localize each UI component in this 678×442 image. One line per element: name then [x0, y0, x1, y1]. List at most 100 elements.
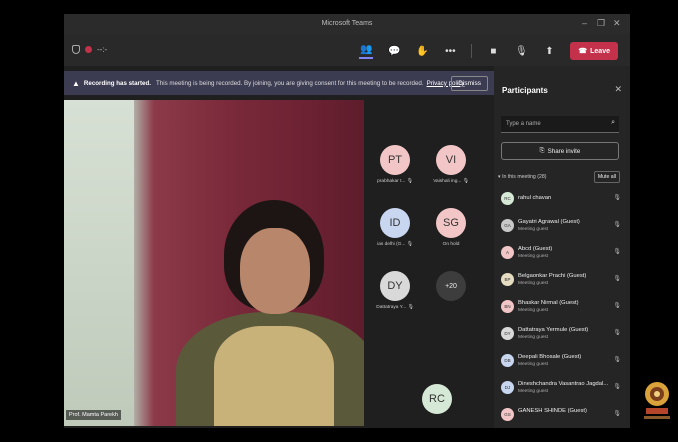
- search-icon: ⌕: [611, 119, 615, 126]
- mic-icon[interactable]: 🎙: [514, 46, 528, 57]
- participant-name: Dineshchandra Vasantrao Jagdal...: [518, 381, 609, 387]
- more-icon[interactable]: •••: [443, 46, 457, 57]
- tile-sg[interactable]: SG On hold: [420, 208, 482, 247]
- maximize-button[interactable]: ❐: [597, 18, 605, 29]
- main-video[interactable]: Prof. Mamta Parekh: [64, 100, 364, 426]
- more-participants-count: +20: [436, 271, 466, 301]
- camera-icon[interactable]: ■: [486, 46, 500, 57]
- title-bar: Microsoft Teams – ❐ ✕: [64, 14, 630, 34]
- tile-id[interactable]: ID ias delhi (G... 🎙: [364, 208, 426, 247]
- avatar: GS: [501, 408, 514, 421]
- mute-all-button[interactable]: Mute all: [593, 171, 620, 183]
- mic-off-icon: 🎙: [613, 357, 621, 363]
- mic-off-icon: 🎙: [613, 249, 621, 255]
- leave-button[interactable]: ☎ Leave: [570, 42, 618, 60]
- search-placeholder: Type a name: [506, 121, 541, 127]
- list-item[interactable]: DB Deepali Bhosale (Guest) Meeting guest…: [501, 352, 623, 379]
- avatar: DJ: [501, 381, 514, 394]
- meeting-toolbar: --:- 👥 💬 ✋ ••• ■ 🎙 ⬆ ☎ Leave: [64, 34, 630, 66]
- participant-list: RC rahul chavan 🎙 GA Gayatri Agrawal (Gu…: [501, 190, 623, 428]
- banner-message: This meeting is being recorded. By joini…: [155, 79, 424, 87]
- participant-tiles: PT prabhakar t... 🎙 VI Vaishali ing... 🎙…: [364, 100, 494, 426]
- speaker-face: [240, 228, 310, 314]
- chat-icon[interactable]: 💬: [387, 46, 401, 57]
- participant-name: rahul chavan: [518, 195, 552, 201]
- panel-title: Participants: [502, 86, 548, 95]
- participant-name: Belgaonkar Prachi (Guest): [518, 273, 587, 279]
- tile-rc[interactable]: RC: [406, 384, 468, 414]
- window-title: Microsoft Teams: [321, 20, 373, 27]
- tile-label: On hold: [442, 242, 460, 247]
- chevron-down-icon: ▾: [498, 174, 501, 180]
- mic-off-icon: 🎙: [613, 222, 621, 228]
- video-background: [64, 100, 134, 426]
- mic-off-icon: 🎙: [462, 179, 469, 184]
- recording-banner: ▲ Recording has started. This meeting is…: [64, 71, 494, 95]
- mic-off-icon: 🎙: [613, 195, 621, 201]
- list-item[interactable]: GS GANESH SHINDE (Guest) 🎙: [501, 406, 623, 428]
- participant-role: Meeting guest: [518, 281, 549, 286]
- list-item[interactable]: DY Dattatraya Yermule (Guest) Meeting gu…: [501, 325, 623, 352]
- list-item[interactable]: GA Gayatri Agrawal (Guest) Meeting guest…: [501, 217, 623, 244]
- participant-name: Abcd (Guest): [518, 246, 553, 252]
- avatar: PT: [380, 145, 410, 175]
- avatar: GA: [501, 219, 514, 232]
- tile-vi[interactable]: VI Vaishali ing... 🎙: [420, 145, 482, 184]
- banner-title: Recording has started.: [83, 79, 151, 87]
- in-meeting-count: In this meeting (28): [502, 174, 547, 180]
- share-screen-icon[interactable]: ⬆: [542, 46, 556, 57]
- in-meeting-header[interactable]: ▾ In this meeting (28): [498, 174, 546, 180]
- mic-off-icon: 🎙: [406, 242, 413, 247]
- tile-label: Dattatraya Y...: [376, 305, 407, 310]
- share-invite-label: Share invite: [547, 147, 581, 155]
- close-panel-icon[interactable]: ✕: [614, 84, 622, 95]
- warning-icon: ▲: [72, 78, 80, 88]
- list-item[interactable]: BN Bhaskar Nirmal (Guest) Meeting guest …: [501, 298, 623, 325]
- avatar: ID: [380, 208, 410, 238]
- list-item[interactable]: DJ Dineshchandra Vasantrao Jagdal... Mee…: [501, 379, 623, 406]
- shield-icon: [72, 45, 80, 54]
- avatar: A: [501, 246, 514, 259]
- tile-label: ias delhi (G...: [377, 242, 406, 247]
- tile-more[interactable]: +20: [420, 271, 482, 301]
- institution-logo: [644, 382, 670, 419]
- mic-off-icon: 🎙: [613, 411, 621, 417]
- tile-label: prabhakar t...: [377, 179, 406, 184]
- react-icon[interactable]: ✋: [415, 46, 429, 57]
- participant-role: Meeting guest: [518, 389, 549, 394]
- close-window-button[interactable]: ✕: [613, 18, 621, 29]
- mic-off-icon: 🎙: [406, 179, 413, 184]
- tile-pt[interactable]: PT prabhakar t... 🎙: [364, 145, 426, 184]
- participant-name: Deepali Bhosale (Guest): [518, 354, 582, 360]
- participant-role: Meeting guest: [518, 227, 549, 232]
- participant-name: Gayatri Agrawal (Guest): [518, 219, 580, 225]
- participants-icon[interactable]: 👥: [359, 44, 374, 59]
- mic-off-icon: 🎙: [613, 330, 621, 336]
- avatar: DY: [501, 327, 514, 340]
- share-invite-button[interactable]: ⎘ Share invite: [501, 142, 619, 160]
- mic-off-icon: 🎙: [613, 384, 621, 390]
- search-input[interactable]: Type a name ⌕: [501, 116, 619, 133]
- mic-off-icon: 🎙: [407, 305, 414, 310]
- list-item[interactable]: RC rahul chavan 🎙: [501, 190, 623, 217]
- phone-icon: ☎: [578, 48, 588, 55]
- share-icon: ⎘: [539, 147, 545, 154]
- avatar: VI: [436, 145, 466, 175]
- mic-off-icon: 🎙: [613, 276, 621, 282]
- list-item[interactable]: BP Belgaonkar Prachi (Guest) Meeting gue…: [501, 271, 623, 298]
- speaker-scarf: [214, 326, 334, 426]
- avatar: RC: [501, 192, 514, 205]
- tile-dy[interactable]: DY Dattatraya Y... 🎙: [364, 271, 426, 310]
- minimize-button[interactable]: –: [582, 18, 587, 28]
- avatar: DY: [380, 271, 410, 301]
- teams-window: Microsoft Teams – ❐ ✕ --:- 👥 💬 ✋ ••• ■ 🎙…: [64, 14, 630, 428]
- leave-label: Leave: [590, 47, 610, 55]
- speaker-name-tag: Prof. Mamta Parekh: [66, 410, 121, 420]
- tile-label: Vaishali ing...: [433, 179, 462, 184]
- participants-panel: Participants ✕ Type a name ⌕ ⎘ Share inv…: [494, 66, 630, 428]
- avatar: RC: [422, 384, 452, 414]
- toolbar-divider: [471, 44, 473, 58]
- dismiss-button[interactable]: Dismiss: [451, 76, 488, 91]
- avatar: BP: [501, 273, 514, 286]
- list-item[interactable]: A Abcd (Guest) Meeting guest 🎙: [501, 244, 623, 271]
